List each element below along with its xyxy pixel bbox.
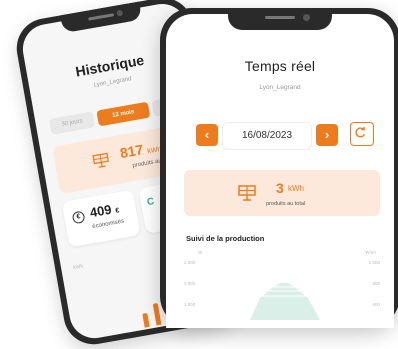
chart-tick-right: 1 000 bbox=[368, 260, 380, 265]
camera bbox=[303, 14, 310, 21]
history-co2-value: C bbox=[146, 196, 156, 209]
chart-unit-right: W/m² bbox=[365, 250, 376, 255]
realtime-screen: Temps réel Lyon_Legrand ‹ 16/08/2023 › 3… bbox=[166, 14, 394, 328]
history-energy-value: 817 kWh bbox=[118, 141, 162, 162]
production-tracking-title: Suivi de la production bbox=[186, 234, 265, 243]
production-card: 3 kWh produits au total bbox=[184, 170, 380, 216]
solar-panel-icon bbox=[238, 185, 256, 201]
history-savings-card: € 409 € économisés bbox=[61, 189, 141, 248]
date-field[interactable]: 16/08/2023 bbox=[222, 122, 312, 150]
period-tab-30-days[interactable]: 30 jours bbox=[49, 111, 96, 135]
speaker bbox=[265, 16, 295, 19]
history-chart-bar bbox=[152, 302, 162, 326]
chart-tick-left: 1 500 bbox=[184, 302, 196, 307]
production-area bbox=[250, 283, 320, 320]
production-value: 3 bbox=[276, 180, 284, 196]
production-chart: W W/m² 2 500 2 000 1 500 1 000 800 600 bbox=[180, 250, 388, 320]
realtime-site-name: Lyon_Legrand bbox=[259, 84, 301, 91]
history-savings-label: économisés bbox=[91, 218, 125, 231]
history-chart-unit: kWh bbox=[72, 263, 84, 272]
chart-tick-left: 2 500 bbox=[184, 260, 196, 265]
front-phone-notch bbox=[228, 8, 332, 30]
refresh-icon bbox=[355, 126, 366, 138]
next-day-button[interactable]: › bbox=[316, 124, 338, 146]
chart-tick-right: 800 bbox=[372, 281, 380, 286]
solar-panel-icon bbox=[92, 152, 110, 168]
chart-unit-left: W bbox=[198, 250, 203, 255]
chart-tick-left: 2 000 bbox=[184, 281, 196, 286]
history-savings-value: 409 € bbox=[88, 201, 120, 221]
euro-icon: € bbox=[71, 210, 86, 225]
speaker bbox=[88, 13, 115, 21]
production-label: produits au total bbox=[266, 201, 306, 207]
realtime-phone: Temps réel Lyon_Legrand ‹ 16/08/2023 › 3… bbox=[160, 8, 398, 328]
production-unit: kWh bbox=[288, 184, 304, 193]
previous-day-button[interactable]: ‹ bbox=[196, 124, 218, 146]
chart-tick-right: 600 bbox=[372, 302, 380, 307]
history-chart-bar bbox=[142, 312, 150, 328]
refresh-button[interactable] bbox=[350, 122, 374, 146]
period-tab-12-months[interactable]: 12 mois bbox=[96, 101, 151, 127]
realtime-title: Temps réel bbox=[244, 58, 316, 74]
camera bbox=[116, 9, 124, 17]
